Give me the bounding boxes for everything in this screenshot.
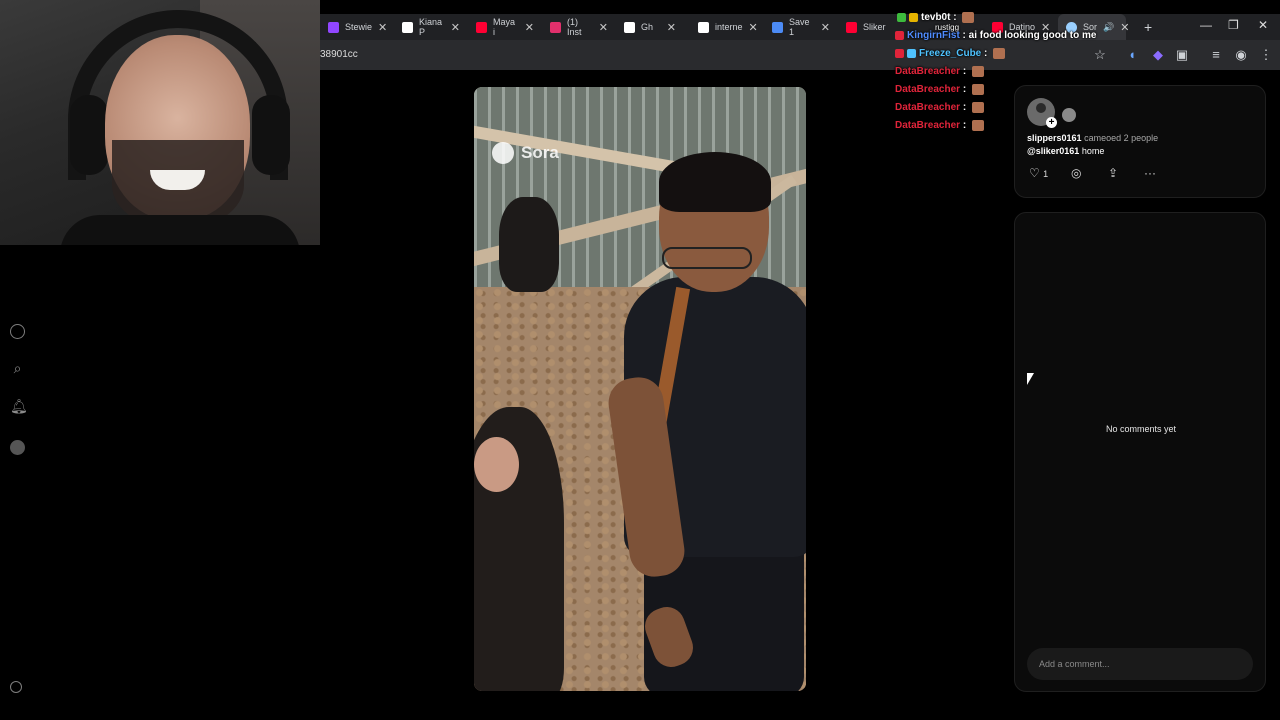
bell-icon[interactable]: 🔔︎ — [10, 399, 28, 414]
close-tab-icon[interactable]: ✕ — [451, 21, 466, 34]
x-icon — [624, 21, 635, 33]
mention-link[interactable]: @sliker0161 — [1027, 146, 1079, 156]
follow-plus-icon[interactable]: + — [1046, 117, 1057, 128]
extension-shield-icon[interactable]: ◆ — [1150, 47, 1166, 63]
chat-line: DataBreacher : — [895, 120, 984, 131]
post-caption: slippers0161 cameoed 2 people @sliker016… — [1027, 133, 1159, 156]
sora-watermark: Sora — [492, 142, 559, 164]
empty-comments-text: No comments yet — [1105, 424, 1177, 434]
screen: { "tabs": [ {"label": "Stewie", "color":… — [0, 0, 1280, 720]
heart-icon: ♡ — [1029, 166, 1040, 180]
browser-tab[interactable]: Stewie ✕ — [320, 14, 392, 40]
more-menu-icon[interactable]: ⋮ — [1258, 47, 1274, 63]
close-tab-icon[interactable]: ✕ — [821, 21, 836, 34]
close-tab-icon[interactable]: ✕ — [525, 21, 540, 34]
cameo-avatar[interactable] — [1062, 108, 1076, 122]
chat-line: Freeze_Cube : — [895, 48, 1006, 59]
browser-tab[interactable]: Save 1 ✕ — [764, 14, 836, 40]
browser-tab[interactable]: Kiana P ✕ — [394, 14, 466, 40]
chat-line: DataBreacher : — [895, 84, 984, 95]
share-icon[interactable]: ⇪ — [1108, 166, 1118, 180]
read-aloud-icon[interactable]: ◖ — [1124, 47, 1140, 63]
sora-logo-icon — [492, 142, 514, 164]
comments-panel: No comments yet Add a comment... — [1014, 212, 1266, 692]
minimize-icon[interactable]: — — [1200, 18, 1212, 32]
author-name[interactable]: slippers0161 — [1027, 133, 1082, 143]
close-tab-icon[interactable]: ✕ — [378, 21, 393, 34]
browser-tab-bar: Stewie ✕ Kiana P ✕ Maya i ✕ (1) Inst ✕ Gh ✕ i… — [320, 14, 1280, 40]
youtube-icon — [476, 21, 487, 33]
close-tab-icon[interactable]: ✕ — [667, 21, 682, 34]
chat-line: DataBreacher : — [895, 102, 984, 113]
extensions-puzzle-icon[interactable]: ▣ — [1174, 47, 1190, 63]
chat-line: tevb0t : — [897, 12, 975, 23]
close-window-icon[interactable]: ✕ — [1258, 18, 1268, 32]
chat-line: DataBreacher : — [895, 66, 984, 77]
close-tab-icon[interactable]: ✕ — [749, 21, 764, 34]
x-icon — [698, 21, 709, 33]
youtube-icon — [846, 21, 857, 33]
browser-tab[interactable]: interne ✕ — [690, 14, 762, 40]
browser-tab[interactable]: (1) Inst ✕ — [542, 14, 614, 40]
url-text[interactable]: 38901cc — [320, 49, 358, 60]
glasses — [662, 247, 752, 269]
video-player[interactable]: Sora — [474, 87, 806, 691]
like-button[interactable]: ♡ 1 — [1029, 166, 1048, 180]
media-queue-icon[interactable]: ≡ — [1208, 47, 1224, 63]
browser-tab[interactable]: Maya i ✕ — [468, 14, 540, 40]
x-icon — [402, 21, 413, 33]
address-bar[interactable]: 38901cc ☆ ◖ ◆ ▣ ≡ ◉ ⋮ — [320, 40, 1280, 70]
chat-line: KingirnFist : ai food looking good to me — [895, 30, 1096, 41]
browser-tab[interactable]: Sliker — [838, 14, 900, 40]
background-chimpanzee — [499, 197, 559, 292]
remix-icon[interactable]: ◎ — [1071, 166, 1081, 180]
close-tab-icon[interactable]: ✕ — [599, 21, 614, 34]
new-tab-button[interactable]: + — [1136, 14, 1156, 40]
restore-icon[interactable]: ❐ — [1228, 18, 1239, 32]
more-icon[interactable]: ··· — [1144, 166, 1156, 180]
more-options-icon[interactable] — [10, 681, 22, 693]
checkmark-icon — [772, 21, 783, 33]
webcam-overlay — [0, 0, 320, 245]
search-icon[interactable]: ⌕ — [10, 361, 25, 376]
profile-avatar-icon[interactable]: ◉ — [1233, 47, 1249, 63]
mouse-cursor — [1027, 373, 1034, 385]
comment-input[interactable]: Add a comment... — [1027, 648, 1253, 680]
explore-icon[interactable] — [10, 324, 25, 339]
profile-icon[interactable] — [10, 440, 25, 455]
twitch-icon — [328, 21, 339, 33]
instagram-icon — [550, 21, 561, 33]
post-info-card: + slippers0161 cameoed 2 people @sliker0… — [1014, 85, 1266, 198]
close-tab-icon[interactable]: ✕ — [1120, 21, 1135, 34]
speaker-icon: 🔊 — [1103, 21, 1115, 32]
browser-tab[interactable]: Gh ✕ — [616, 14, 682, 40]
